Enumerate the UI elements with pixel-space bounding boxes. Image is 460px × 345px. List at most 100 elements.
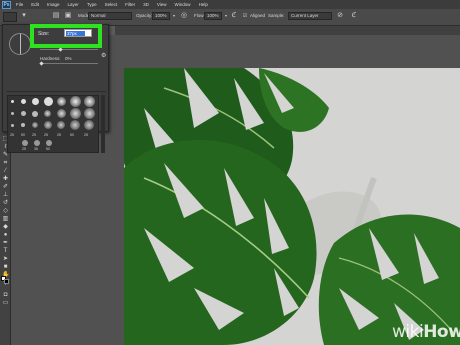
brush-tip[interactable] [46, 140, 52, 146]
brush-preset-icon[interactable]: ▾ [20, 12, 28, 20]
menu-bar: Ps File Edit Image Layer Type Select Fil… [0, 0, 460, 9]
aligned-checkbox-icon[interactable]: ☑ [241, 12, 249, 20]
blur-tool-icon[interactable]: ◆ [2, 224, 9, 231]
brush-tool-icon[interactable]: ✐ [2, 184, 9, 191]
brush-tip[interactable] [70, 96, 81, 107]
dodge-tool-icon[interactable]: ● [2, 232, 9, 239]
eyedropper-tool-icon[interactable]: ⁄ [2, 168, 9, 175]
menu-3d[interactable]: 3D [143, 2, 149, 7]
wikihow-watermark: wikiHow [392, 322, 460, 342]
document-tab-bar [100, 26, 460, 35]
size-slider-knob[interactable] [58, 47, 63, 52]
brush-size-number: 50 [21, 133, 25, 137]
toggle-brush-panel-icon[interactable]: ▤ [52, 12, 60, 20]
menu-image[interactable]: Image [47, 2, 60, 7]
size-slider[interactable] [40, 49, 98, 50]
hardness-value: 0% [65, 56, 72, 61]
brush-tip[interactable] [57, 109, 66, 118]
opacity-label: Opacity: [136, 13, 153, 18]
menu-window[interactable]: Window [175, 2, 191, 7]
brush-tip[interactable] [32, 98, 39, 105]
brush-size-number: 25 [44, 133, 48, 137]
panel-divider [6, 91, 106, 92]
path-select-tool-icon[interactable]: ➤ [2, 256, 9, 263]
tool-preset-picker[interactable] [3, 12, 17, 22]
brush-angle-line [20, 34, 21, 54]
brush-size-number: 35 [34, 147, 38, 151]
document-canvas[interactable] [124, 68, 460, 345]
menu-type[interactable]: Type [87, 2, 97, 7]
brush-size-number: 25 [32, 133, 36, 137]
brush-tip[interactable] [22, 140, 28, 146]
brush-size-number: 25 [22, 147, 26, 151]
brush-tip-grid: 25 50 25 25 25 50 25 25 35 50 [7, 95, 99, 153]
menu-view[interactable]: View [157, 2, 167, 7]
brush-tip[interactable] [57, 97, 66, 106]
brush-tip[interactable] [44, 110, 51, 117]
flow-field[interactable]: 100% [204, 12, 222, 20]
brush-tip[interactable] [57, 121, 65, 129]
brush-size-number: 50 [70, 133, 74, 137]
ignore-adjustment-layers-icon[interactable]: ⊘ [336, 12, 344, 20]
brush-tip[interactable] [70, 108, 81, 119]
brush-tip[interactable] [21, 99, 26, 104]
clone-stamp-tool-icon[interactable]: ⊥ [2, 192, 9, 199]
photoshop-logo: Ps [2, 0, 11, 9]
shape-tool-icon[interactable]: ■ [2, 264, 9, 271]
clone-source-icon[interactable]: ▣ [64, 12, 72, 20]
pressure-opacity-icon[interactable]: ◎ [180, 12, 188, 20]
hardness-slider-knob[interactable] [39, 61, 44, 66]
menu-help[interactable]: Help [199, 2, 208, 7]
mode-select[interactable]: Normal [88, 12, 132, 20]
brush-tip[interactable] [11, 112, 14, 115]
brush-tip[interactable] [21, 111, 26, 116]
brush-size-number: 50 [46, 147, 50, 151]
brush-tip[interactable] [34, 140, 40, 146]
brush-tip[interactable] [21, 123, 25, 127]
size-field-highlight-box [30, 24, 102, 48]
screen-mode-icon[interactable]: ▭ [2, 300, 9, 307]
background-color-swatch[interactable] [4, 279, 9, 284]
menu-file[interactable]: File [16, 2, 23, 7]
aligned-label: Aligned [250, 13, 266, 18]
brush-tip[interactable] [44, 121, 52, 129]
pen-tool-icon[interactable]: ✒ [2, 240, 9, 247]
brush-tip[interactable] [32, 122, 38, 128]
gradient-tool-icon[interactable]: ▥ [2, 216, 9, 223]
crop-tool-icon[interactable]: ⌗ [2, 160, 9, 167]
brush-tip[interactable] [84, 96, 95, 107]
brush-tip[interactable] [70, 120, 80, 130]
brush-size-number: 25 [57, 133, 61, 137]
hardness-label: Hardness: [40, 56, 61, 61]
airbrush-icon[interactable]: ℭ [230, 12, 238, 20]
opacity-field[interactable]: 100% [152, 12, 170, 20]
menu-edit[interactable]: Edit [31, 2, 39, 7]
eraser-tool-icon[interactable]: ◇ [2, 208, 9, 215]
brush-tip[interactable] [11, 124, 14, 127]
quick-select-tool-icon[interactable]: ✎ [2, 152, 9, 159]
sample-label: Sample: [268, 13, 285, 18]
quick-mask-icon[interactable]: ◘ [2, 292, 9, 299]
opacity-dropdown-icon[interactable]: ▾ [170, 12, 178, 20]
brush-tip[interactable] [84, 108, 95, 119]
brush-grid-scrollbar[interactable] [101, 95, 105, 153]
hardness-slider[interactable] [40, 63, 98, 64]
type-tool-icon[interactable]: T [2, 248, 9, 255]
menu-layer[interactable]: Layer [68, 2, 79, 7]
menu-select[interactable]: Select [105, 2, 118, 7]
brush-angle-preview[interactable] [9, 33, 31, 55]
brush-tip[interactable] [11, 100, 14, 103]
healing-brush-tool-icon[interactable]: ✚ [2, 176, 9, 183]
brush-tip[interactable] [84, 120, 94, 130]
pressure-size-icon[interactable]: ℭ [350, 12, 358, 20]
brush-tip[interactable] [44, 97, 53, 106]
history-brush-tool-icon[interactable]: ↺ [2, 200, 9, 207]
gear-icon[interactable]: ⚙ [101, 52, 106, 59]
brush-size-number: 25 [10, 133, 14, 137]
monstera-leaf-image [124, 68, 460, 345]
menu-filter[interactable]: Filter [125, 2, 135, 7]
brush-tip[interactable] [32, 111, 38, 117]
flow-dropdown-icon[interactable]: ▾ [222, 12, 230, 20]
brush-size-number: 25 [84, 133, 88, 137]
sample-select[interactable]: Current Layer [288, 12, 332, 20]
